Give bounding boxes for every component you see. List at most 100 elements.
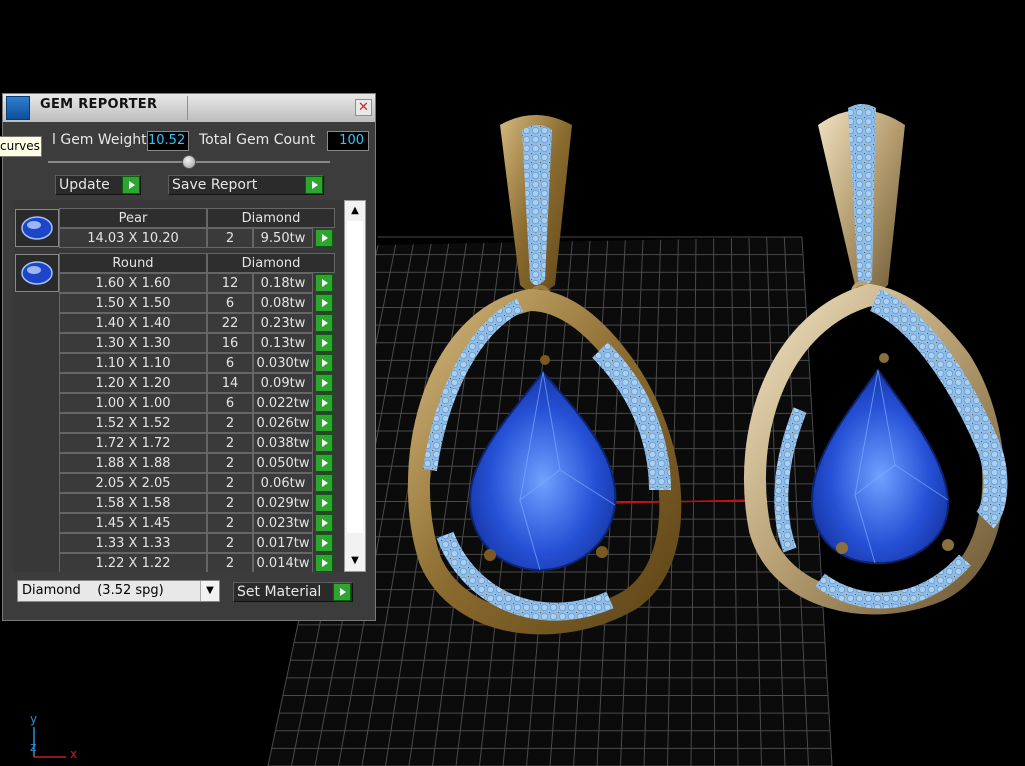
row-select-go-icon[interactable] [315, 514, 333, 532]
gem-weight-cell: 0.023tw [253, 513, 313, 533]
gem-count-cell: 2 [207, 533, 253, 553]
row-select-go-icon[interactable] [315, 294, 333, 312]
gem-weight-cell: 0.026tw [253, 413, 313, 433]
gem-material-header: Diamond [207, 208, 335, 228]
gem-count-cell: 2 [207, 228, 253, 248]
scroll-up-arrow-icon[interactable]: ▲ [346, 202, 364, 220]
gem-count-cell: 2 [207, 473, 253, 493]
gem-count-cell: 2 [207, 553, 253, 572]
row-select-go-icon[interactable] [315, 354, 333, 372]
gem-count-cell: 12 [207, 273, 253, 293]
gem-size-cell: 1.20 X 1.20 [59, 373, 207, 393]
gem-list: Pear Diamond 14.03 X 10.20 2 9.50tw Round Diam… [13, 200, 345, 572]
right-earring[interactable] [743, 104, 1008, 615]
total-count-label: Total Gem Count [199, 132, 316, 148]
gem-weight-cell: 9.50tw [253, 228, 313, 248]
update-button-label: Update [59, 177, 110, 193]
gem-weight-cell: 0.050tw [253, 453, 313, 473]
row-select-go-icon[interactable] [315, 554, 333, 572]
gem-weight-cell: 0.017tw [253, 533, 313, 553]
row-select-go-icon[interactable] [315, 474, 333, 492]
gem-count-cell: 6 [207, 353, 253, 373]
gem-count-cell: 2 [207, 513, 253, 533]
gem-count-cell: 16 [207, 333, 253, 353]
save-report-button-label: Save Report [172, 177, 258, 193]
gem-size-cell: 1.00 X 1.00 [59, 393, 207, 413]
axis-x-label: x [70, 747, 78, 761]
panel-title: GEM REPORTER [40, 97, 158, 112]
gem-count-cell: 2 [207, 413, 253, 433]
total-weight-value: 10.52 [147, 131, 189, 151]
row-select-go-icon[interactable] [315, 334, 333, 352]
material-select[interactable]: Diamond (3.52 spg) ▼ [17, 580, 220, 602]
row-select-go-icon[interactable] [315, 274, 333, 292]
axis-gizmo [33, 727, 66, 758]
dropdown-arrow-icon[interactable]: ▼ [200, 581, 219, 601]
gem-weight-cell: 0.23tw [253, 313, 313, 333]
gem-weight-cell: 0.014tw [253, 553, 313, 572]
gem-thumbnail-round[interactable] [15, 254, 59, 292]
scroll-thumb[interactable] [347, 221, 363, 533]
gem-size-cell: 2.05 X 2.05 [59, 473, 207, 493]
gem-weight-cell: 0.029tw [253, 493, 313, 513]
axis-z-label: z [30, 740, 37, 754]
row-select-go-icon[interactable] [315, 414, 333, 432]
scroll-down-arrow-icon[interactable]: ▼ [346, 552, 364, 570]
tooltip: curves [0, 136, 42, 157]
gem-size-cell: 1.40 X 1.40 [59, 313, 207, 333]
gem-count-cell: 22 [207, 313, 253, 333]
gem-size-cell: 1.22 X 1.22 [59, 553, 207, 572]
row-select-go-icon[interactable] [315, 394, 333, 412]
row-select-go-icon[interactable] [315, 494, 333, 512]
gem-shape-header: Round [59, 253, 207, 273]
save-report-go-icon[interactable] [305, 176, 323, 194]
total-weight-label: l Gem Weight [52, 132, 147, 148]
panel-titlebar[interactable]: GEM REPORTER ✕ [3, 94, 375, 122]
gem-reporter-icon [6, 96, 30, 120]
gem-count-cell: 6 [207, 293, 253, 313]
row-select-go-icon[interactable] [315, 314, 333, 332]
gem-size-cell: 1.50 X 1.50 [59, 293, 207, 313]
title-separator [187, 96, 188, 120]
gem-size-cell: 1.33 X 1.33 [59, 533, 207, 553]
gem-size-cell: 14.03 X 10.20 [59, 228, 207, 248]
gem-shape-header: Pear [59, 208, 207, 228]
gem-weight-cell: 0.038tw [253, 433, 313, 453]
gem-weight-cell: 0.18tw [253, 273, 313, 293]
total-count-value: 100 [327, 131, 369, 151]
row-select-go-icon[interactable] [315, 434, 333, 452]
gem-count-cell: 6 [207, 393, 253, 413]
gem-count-cell: 2 [207, 433, 253, 453]
gem-count-cell: 2 [207, 493, 253, 513]
slider-handle[interactable] [182, 155, 196, 169]
gem-weight-cell: 0.06tw [253, 473, 313, 493]
gem-material-header: Diamond [207, 253, 335, 273]
material-select-value: Diamond (3.52 spg) [22, 583, 164, 598]
gem-count-cell: 2 [207, 453, 253, 473]
gem-size-cell: 1.10 X 1.10 [59, 353, 207, 373]
list-scrollbar[interactable]: ▲ ▼ [344, 200, 366, 572]
gem-count-cell: 14 [207, 373, 253, 393]
gem-size-cell: 1.30 X 1.30 [59, 333, 207, 353]
axis-y-label: y [30, 712, 38, 726]
gem-size-cell: 1.88 X 1.88 [59, 453, 207, 473]
update-go-icon[interactable] [122, 176, 140, 194]
gem-size-cell: 1.45 X 1.45 [59, 513, 207, 533]
gem-thumbnail-pear[interactable] [15, 209, 59, 247]
gem-weight-cell: 0.09tw [253, 373, 313, 393]
row-select-go-icon[interactable] [315, 454, 333, 472]
gem-size-cell: 1.72 X 1.72 [59, 433, 207, 453]
gem-weight-cell: 0.08tw [253, 293, 313, 313]
row-select-go-icon[interactable] [315, 534, 333, 552]
gem-size-cell: 1.58 X 1.58 [59, 493, 207, 513]
row-select-go-icon[interactable] [315, 374, 333, 392]
gem-size-cell: 1.60 X 1.60 [59, 273, 207, 293]
close-button[interactable]: ✕ [355, 99, 372, 116]
save-report-button[interactable]: Save Report [168, 175, 324, 195]
gem-size-cell: 1.52 X 1.52 [59, 413, 207, 433]
gem-weight-cell: 0.030tw [253, 353, 313, 373]
set-material-button-label: Set Material [237, 584, 322, 600]
set-material-go-icon[interactable] [333, 583, 351, 601]
gem-weight-cell: 0.022tw [253, 393, 313, 413]
row-select-go-icon[interactable] [315, 229, 333, 247]
